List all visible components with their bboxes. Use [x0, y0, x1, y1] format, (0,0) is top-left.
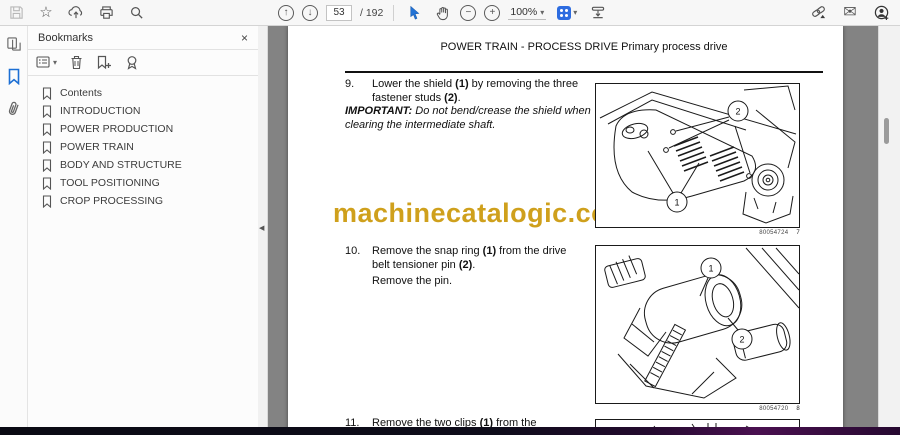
figure-2-caption: 80054720 8 — [595, 406, 800, 412]
caret-down-icon: ▾ — [540, 7, 545, 17]
bookmarks-toolbar: ▾ — [28, 50, 258, 76]
page-fit-icon — [557, 5, 572, 20]
step-number: 9. — [345, 78, 355, 90]
bookmark-label: Contents — [60, 87, 103, 99]
bookmark-item-body-and-structure[interactable]: BODY AND STRUCTURE — [42, 156, 258, 174]
toolbar-file-group: ☆ — [6, 0, 146, 25]
expand-current-bookmark-icon[interactable] — [125, 55, 139, 70]
callout-1: 1 — [674, 198, 679, 208]
step-number: 10. — [345, 245, 361, 257]
arrow-down-glyph: ↓ — [307, 7, 313, 18]
bottom-taskbar-edge — [0, 427, 900, 435]
previous-page-button[interactable]: ↑ — [278, 4, 294, 21]
search-icon[interactable] — [126, 3, 146, 23]
attachments-icon[interactable] — [4, 98, 24, 118]
caret-down-icon: ▾ — [53, 58, 58, 67]
toolbar-share-group: ✉ — [808, 0, 892, 25]
bookmark-item-crop-processing[interactable]: CROP PROCESSING — [42, 192, 258, 210]
nav-pane-strip — [0, 26, 28, 435]
bookmark-label: CROP PROCESSING — [60, 195, 164, 207]
page-display-mode-dropdown[interactable]: ▾ — [554, 3, 580, 23]
close-icon[interactable]: × — [241, 31, 248, 45]
step-text: Lower the shield (1) by removing the thr… — [372, 78, 579, 104]
print-icon[interactable] — [96, 3, 116, 23]
watermark-text: machinecatalogic.com — [333, 198, 633, 228]
star-glyph: ☆ — [39, 4, 53, 21]
bookmark-options-menu[interactable]: ▾ — [36, 56, 57, 69]
panel-splitter[interactable]: ◀ — [258, 26, 268, 435]
page-count-label: / 192 — [360, 6, 384, 19]
bookmarks-panel-header: Bookmarks × — [28, 26, 258, 50]
zoom-level-dropdown[interactable]: 100% ▾ — [508, 5, 547, 20]
bookmark-item-tool-positioning[interactable]: TOOL POSITIONING — [42, 174, 258, 192]
toolbar-nav-group: ↑ ↓ / 192 − + 100% ▾ — [278, 0, 608, 25]
pdf-page: POWER TRAIN - PROCESS DRIVE Primary proc… — [288, 26, 843, 435]
pdf-viewer-window: ☆ ↑ ↓ / 192 — [0, 0, 900, 435]
bookmark-label: TOOL POSITIONING — [60, 177, 160, 189]
important-note: IMPORTANT: Do not bend/crease the shield… — [345, 105, 591, 131]
stamp-tool-icon[interactable] — [588, 3, 608, 23]
collapse-panel-icon[interactable]: ◀ — [259, 224, 264, 232]
bookmarks-list: Contents INTRODUCTION POWER PRODUCTION P… — [28, 76, 258, 210]
plus-glyph: + — [489, 7, 496, 18]
zoom-in-button[interactable]: + — [484, 4, 501, 21]
vertical-scrollbar[interactable] — [878, 26, 900, 435]
select-tool-icon[interactable] — [404, 3, 424, 23]
bookmark-item-introduction[interactable]: INTRODUCTION — [42, 102, 258, 120]
figure-1-caption: 80054724 7 — [595, 230, 800, 236]
sign-in-profile-icon[interactable] — [872, 3, 892, 23]
top-toolbar: ☆ ↑ ↓ / 192 — [0, 0, 900, 26]
zoom-out-button[interactable]: − — [460, 4, 477, 21]
bookmark-label: POWER TRAIN — [60, 141, 134, 153]
bookmarks-panel: Bookmarks × ▾ Contents INTRODUCTION POWE… — [28, 26, 258, 435]
save-icon[interactable] — [6, 3, 26, 23]
scrollbar-thumb[interactable] — [884, 118, 889, 144]
step-9: 9. Lower the shield (1) by removing the … — [345, 78, 585, 105]
figure-index: 8 — [796, 406, 800, 412]
main-area: Bookmarks × ▾ Contents INTRODUCTION POWE… — [0, 26, 900, 435]
bookmark-label: INTRODUCTION — [60, 105, 141, 117]
favorites-star-icon[interactable]: ☆ — [36, 3, 56, 23]
bookmark-item-power-train[interactable]: POWER TRAIN — [42, 138, 258, 156]
callout-1: 1 — [708, 264, 713, 274]
figure-shield-drawing: 2 1 — [595, 83, 800, 228]
share-file-icon[interactable] — [66, 3, 86, 23]
step-10-substep: Remove the pin. — [372, 275, 453, 287]
bookmark-item-contents[interactable]: Contents — [42, 84, 258, 102]
document-area: POWER TRAIN - PROCESS DRIVE Primary proc… — [268, 26, 900, 435]
envelope-glyph: ✉ — [843, 3, 857, 21]
callout-2: 2 — [735, 107, 740, 117]
hand-tool-icon[interactable] — [432, 3, 452, 23]
minus-glyph: − — [465, 7, 472, 18]
figure-tensioner-drawing: 1 2 — [595, 245, 800, 404]
email-icon[interactable]: ✉ — [840, 3, 860, 23]
arrow-up-glyph: ↑ — [283, 7, 289, 18]
next-page-button[interactable]: ↓ — [302, 4, 318, 21]
delete-bookmark-icon[interactable] — [70, 55, 83, 70]
bookmarks-panel-icon[interactable] — [4, 66, 24, 86]
caret-down-icon: ▾ — [573, 8, 578, 17]
zoom-level-value: 100% — [510, 6, 538, 18]
figure-index: 7 — [796, 230, 800, 236]
share-link-icon[interactable] — [808, 3, 828, 23]
step-10: 10. Remove the snap ring (1) from the dr… — [345, 245, 585, 272]
bookmarks-panel-title: Bookmarks — [38, 31, 94, 44]
figure-code: 80054720 — [759, 406, 789, 412]
bookmark-label: BODY AND STRUCTURE — [60, 159, 182, 171]
header-rule — [345, 71, 823, 73]
bookmark-label: POWER PRODUCTION — [60, 123, 174, 135]
page-number-input[interactable] — [326, 4, 352, 21]
page-thumbnails-icon[interactable] — [4, 34, 24, 54]
toolbar-divider — [393, 4, 395, 21]
page-running-header: POWER TRAIN - PROCESS DRIVE Primary proc… — [440, 41, 728, 53]
step-text: Remove the snap ring (1) from the drive … — [372, 245, 567, 271]
figure-code: 80054724 — [759, 230, 789, 236]
callout-2: 2 — [739, 335, 744, 345]
bookmark-item-power-production[interactable]: POWER PRODUCTION — [42, 120, 258, 138]
new-bookmark-icon[interactable] — [96, 55, 112, 70]
